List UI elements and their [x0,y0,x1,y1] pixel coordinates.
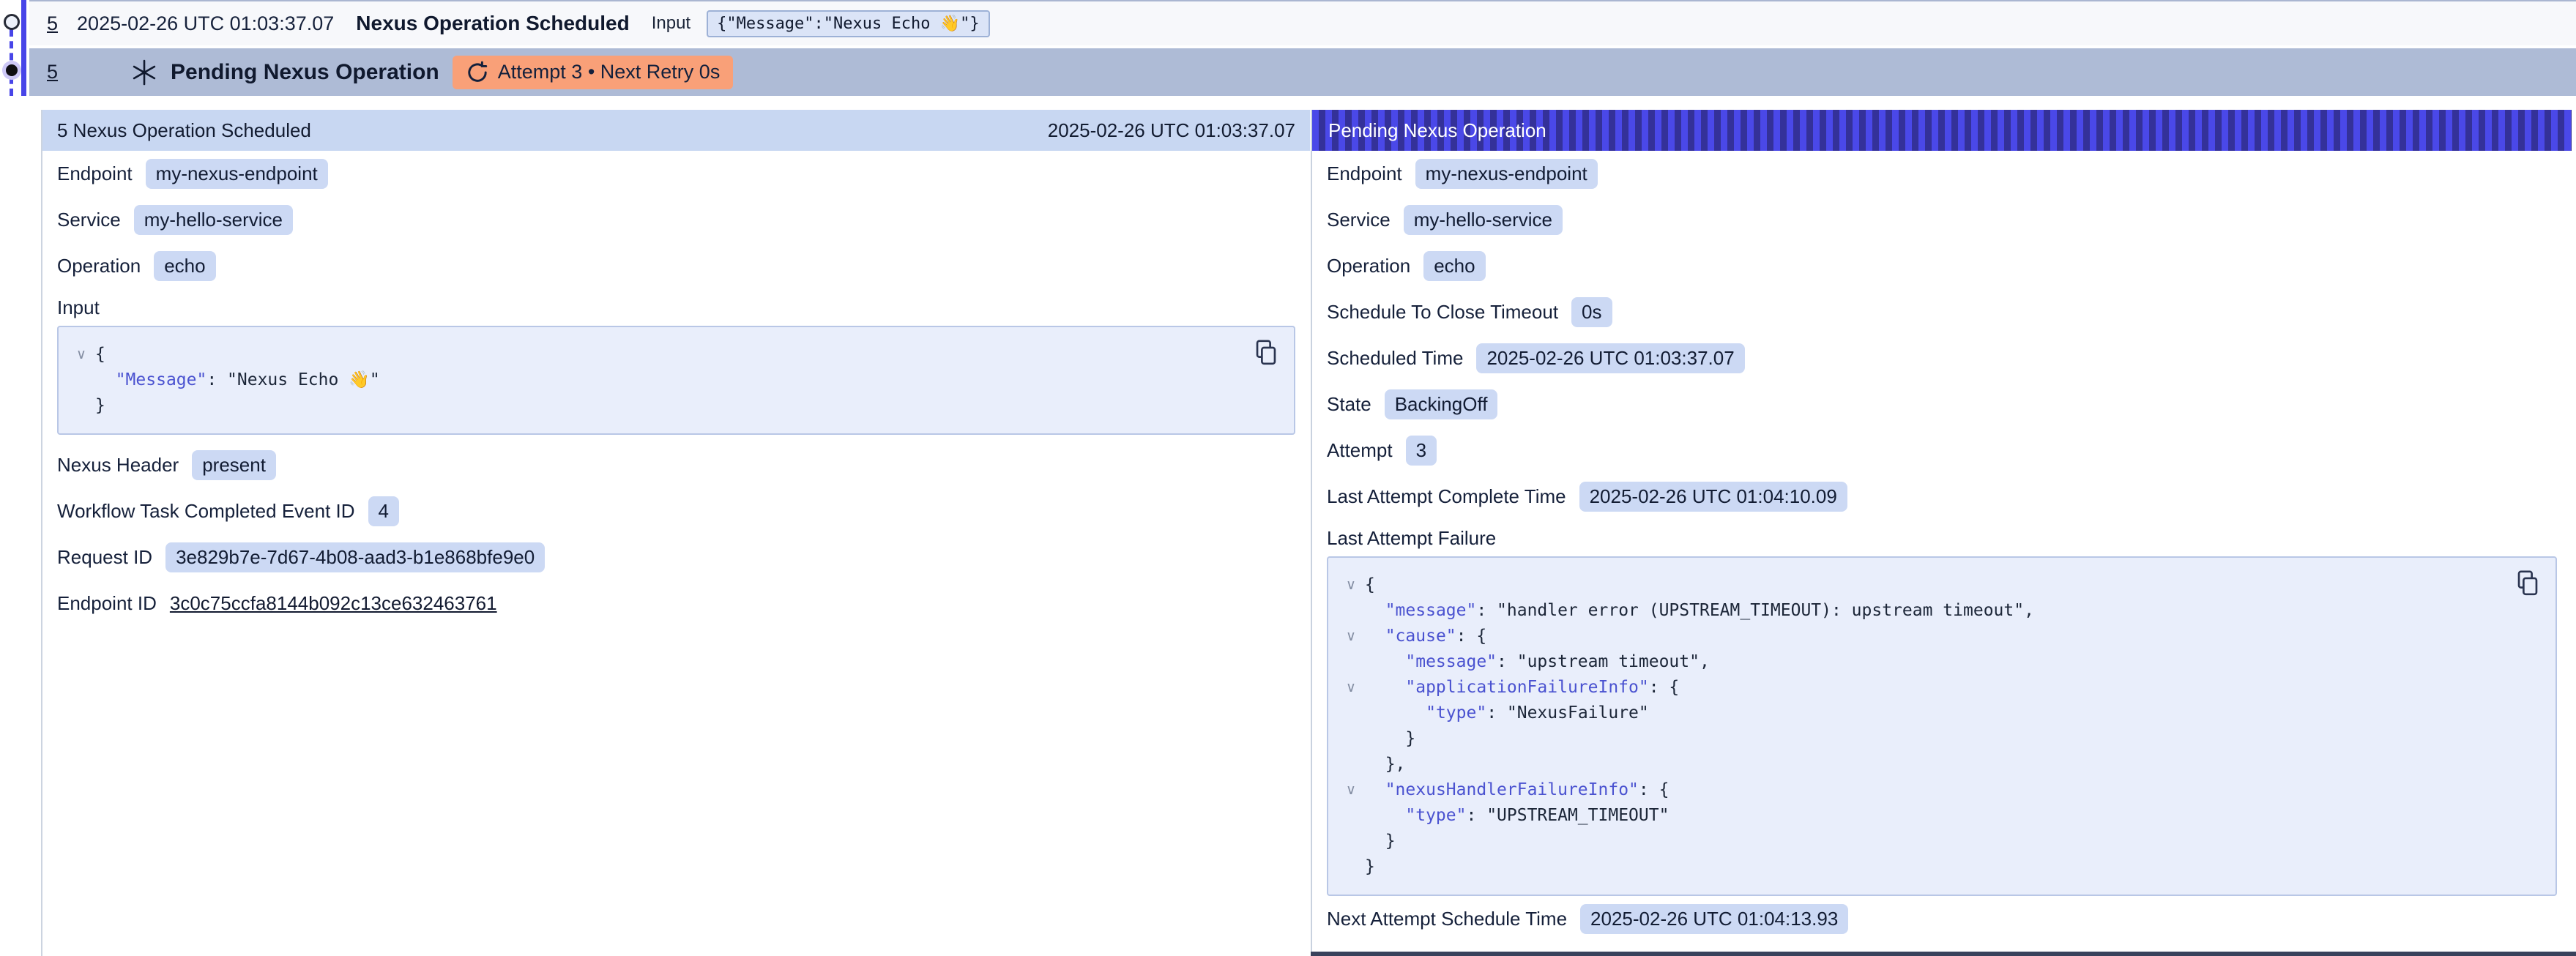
code-line-text: } [95,393,105,419]
code-line-text: "cause": { [1365,624,1486,649]
code-line-text: "applicationFailureInfo": { [1365,675,1679,701]
field-operation: Operation echo [57,243,1295,289]
failure-code-block: ∨{ "message": "handler error (UPSTREAM_T… [1327,556,2557,896]
timeline-current-marker-icon [2,61,21,80]
code-gutter [1337,649,1365,675]
code-gutter [1337,598,1365,624]
timeline-accent-bar [21,0,26,96]
event-detail-panels: 5 Nexus Operation Scheduled 2025-02-26 U… [41,110,2572,956]
field-service: Service my-hello-service [57,197,1295,243]
collapse-chevron-icon[interactable]: ∨ [1337,777,1365,803]
field-wft-completed-event-id-value: 4 [368,496,399,526]
field-service-value: my-hello-service [1404,205,1563,235]
code-line-text: } [1365,726,1415,752]
field-last-attempt-complete-time: Last Attempt Complete Time 2025-02-26 UT… [1327,474,2557,520]
field-nexus-header: Nexus Header present [57,442,1295,488]
field-attempt: Attempt 3 [1327,427,2557,474]
code-gutter [1337,726,1365,752]
code-line-text: }, [1365,752,1405,777]
pending-panel-header: Pending Nexus Operation [1312,110,2572,151]
collapse-chevron-icon[interactable]: ∨ [1337,572,1365,598]
timeline-event-marker-icon [4,14,20,30]
code-line-text: } [1365,829,1396,854]
code-gutter [1337,829,1365,854]
collapse-chevron-icon[interactable]: ∨ [1337,624,1365,649]
next-section-edge [1311,952,2576,956]
code-line-text: } [1365,854,1375,880]
input-code-block: ∨{ "Message": "Nexus Echo 👋"} [57,326,1295,435]
field-service-value: my-hello-service [134,205,293,235]
input-label: Input [652,13,690,34]
code-line-text: "Message": "Nexus Echo 👋" [95,367,380,393]
code-gutter [1337,803,1365,829]
field-scheduled-time: Scheduled Time 2025-02-26 UTC 01:03:37.0… [1327,335,2557,381]
field-last-attempt-complete-time-value: 2025-02-26 UTC 01:04:10.09 [1579,482,1847,512]
event-row-scheduled[interactable]: 5 2025-02-26 UTC 01:03:37.07 Nexus Opera… [29,0,2576,45]
copy-icon[interactable] [2514,570,2541,599]
field-endpoint: Endpoint my-nexus-endpoint [1327,151,2557,197]
scheduled-detail-panel: 5 Nexus Operation Scheduled 2025-02-26 U… [41,110,1310,956]
field-nexus-header-value: present [192,450,276,480]
code-gutter [1337,854,1365,880]
event-row-pending[interactable]: 5 Pending Nexus Operation Attempt 3 • Ne… [29,48,2576,96]
code-gutter [1337,752,1365,777]
code-line-text: { [1365,572,1375,598]
field-operation: Operation echo [1327,243,2557,289]
field-endpoint: Endpoint my-nexus-endpoint [57,151,1295,197]
code-line-text: "message": "upstream timeout", [1365,649,1710,675]
endpoint-id-link[interactable]: 3c0c75ccfa8144b092c13ce632463761 [170,592,497,615]
last-attempt-failure-label: Last Attempt Failure [1327,520,2557,556]
field-endpoint-value: my-nexus-endpoint [146,159,328,189]
field-attempt-value: 3 [1406,436,1437,466]
scheduled-panel-header: 5 Nexus Operation Scheduled 2025-02-26 U… [42,110,1310,151]
field-service: Service my-hello-service [1327,197,2557,243]
retry-icon [466,61,489,84]
field-operation-value: echo [154,251,215,281]
input-preview-badge: {"Message":"Nexus Echo 👋"} [707,10,990,37]
field-schedule-to-close-timeout-value: 0s [1571,297,1612,327]
code-gutter [1337,701,1365,726]
scheduled-panel-title: 5 Nexus Operation Scheduled [57,119,311,142]
code-line-text: "nexusHandlerFailureInfo": { [1365,777,1669,803]
event-title: Nexus Operation Scheduled [356,12,629,35]
field-state: State BackingOff [1327,381,2557,427]
field-operation-value: echo [1423,251,1485,281]
event-timestamp: 2025-02-26 UTC 01:03:37.07 [77,12,334,35]
code-line-text: "type": "UPSTREAM_TIMEOUT" [1365,803,1669,829]
pending-asterisk-icon [130,58,159,87]
pending-id-link[interactable]: 5 [47,61,58,83]
code-gutter [67,367,95,393]
field-wft-completed-event-id: Workflow Task Completed Event ID 4 [57,488,1295,534]
scheduled-panel-timestamp: 2025-02-26 UTC 01:03:37.07 [1048,119,1295,142]
code-line-text: "type": "NexusFailure" [1365,701,1649,726]
field-state-value: BackingOff [1385,389,1498,419]
attempts-badge: Attempt 3 • Next Retry 0s [453,56,734,89]
code-gutter [67,393,95,419]
attempts-badge-text: Attempt 3 • Next Retry 0s [498,61,721,83]
code-line-text: { [95,342,105,367]
code-line-text: "message": "handler error (UPSTREAM_TIME… [1365,598,2034,624]
field-next-attempt-schedule-time: Next Attempt Schedule Time 2025-02-26 UT… [1327,896,2557,942]
field-request-id: Request ID 3e829b7e-7d67-4b08-aad3-b1e86… [57,534,1295,580]
pending-panel-title: Pending Nexus Operation [1328,119,1546,142]
field-endpoint-id: Endpoint ID 3c0c75ccfa8144b092c13ce63246… [57,580,1295,627]
field-next-attempt-schedule-time-value: 2025-02-26 UTC 01:04:13.93 [1580,904,1848,934]
pending-detail-panel: Pending Nexus Operation Endpoint my-nexu… [1311,110,2572,956]
field-endpoint-value: my-nexus-endpoint [1415,159,1598,189]
field-scheduled-time-value: 2025-02-26 UTC 01:03:37.07 [1476,343,1744,373]
collapse-chevron-icon[interactable]: ∨ [67,342,95,367]
collapse-chevron-icon[interactable]: ∨ [1337,675,1365,701]
copy-icon[interactable] [1253,339,1279,368]
event-id-link[interactable]: 5 [47,12,58,35]
field-request-id-value: 3e829b7e-7d67-4b08-aad3-b1e868bfe9e0 [165,542,545,572]
input-section-label: Input [57,289,1295,326]
pending-title: Pending Nexus Operation [171,60,439,85]
field-schedule-to-close-timeout: Schedule To Close Timeout 0s [1327,289,2557,335]
